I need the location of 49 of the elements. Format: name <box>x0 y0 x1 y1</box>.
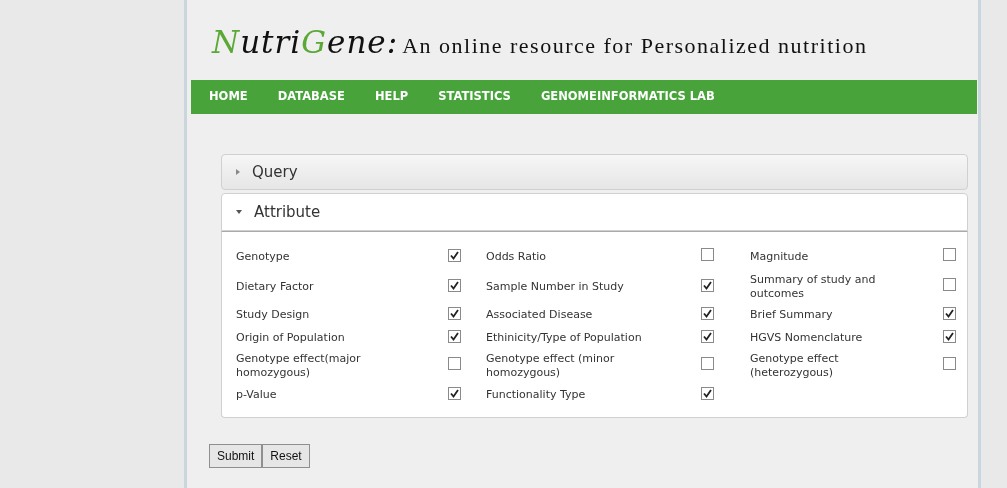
attribute-label: Dietary Factor <box>236 279 315 294</box>
attribute-label: Study Design <box>236 308 311 323</box>
checkbox[interactable] <box>701 278 714 292</box>
checkbox[interactable] <box>701 307 714 321</box>
attribute-label: Odds Ratio <box>486 250 548 265</box>
form-button[interactable]: Submit <box>209 444 263 469</box>
checkbox[interactable] <box>448 386 461 400</box>
nav-link[interactable]: HOME <box>209 88 248 106</box>
attribute-label: Magnitude <box>750 250 810 265</box>
checkbox[interactable] <box>943 248 956 261</box>
attribute-label: p-Value <box>236 387 278 403</box>
checkbox[interactable] <box>701 386 714 400</box>
attribute-label: HGVS Nomenclature <box>750 330 864 345</box>
caret-right-icon <box>236 169 240 175</box>
checkbox[interactable] <box>943 277 956 291</box>
attribute-label: Genotype <box>236 250 291 265</box>
section-title: Attribute <box>254 201 321 223</box>
form-button[interactable]: Reset <box>262 444 310 469</box>
checkbox[interactable] <box>448 357 461 371</box>
checkbox[interactable] <box>701 357 714 371</box>
attribute-label: Genotype effect (heterozygous) <box>750 352 840 381</box>
section-title: Query <box>252 161 298 183</box>
accordion-header[interactable]: Query <box>221 154 968 190</box>
checkbox[interactable] <box>701 248 714 261</box>
checkbox[interactable] <box>701 329 714 343</box>
tagline: An online resource for Personalized nutrition <box>402 31 868 60</box>
attribute-label: Associated Disease <box>486 308 594 323</box>
attribute-label: Sample Number in Study <box>486 279 625 294</box>
attribute-label: Ethinicity/Type of Population <box>486 330 643 345</box>
attribute-label: Summary of study and outcomes <box>750 272 877 302</box>
caret-down-icon <box>236 210 242 214</box>
checkbox[interactable] <box>448 329 461 343</box>
checkbox[interactable] <box>943 329 956 343</box>
nav-link[interactable]: GENOMEINFORMATICS LAB <box>540 88 715 106</box>
attribute-label: Origin of Population <box>236 330 346 345</box>
checkbox[interactable] <box>943 307 956 321</box>
nav-link[interactable]: HELP <box>374 88 409 106</box>
checkbox[interactable] <box>943 357 956 371</box>
checkbox[interactable] <box>448 249 461 262</box>
nav-link[interactable]: STATISTICS <box>438 88 511 106</box>
logo: NutriGene: <box>212 22 399 62</box>
checkbox[interactable] <box>448 278 461 292</box>
accordion-header[interactable]: Attribute <box>221 193 968 231</box>
attribute-label: Genotype effect(major homozygous) <box>236 352 362 381</box>
nav-link[interactable]: DATABASE <box>277 88 345 106</box>
attribute-label: Functionality Type <box>486 387 587 403</box>
attribute-label: Genotype effect (minor homozygous) <box>486 352 616 381</box>
checkbox[interactable] <box>448 307 461 321</box>
attribute-label: Brief Summary <box>750 308 834 323</box>
